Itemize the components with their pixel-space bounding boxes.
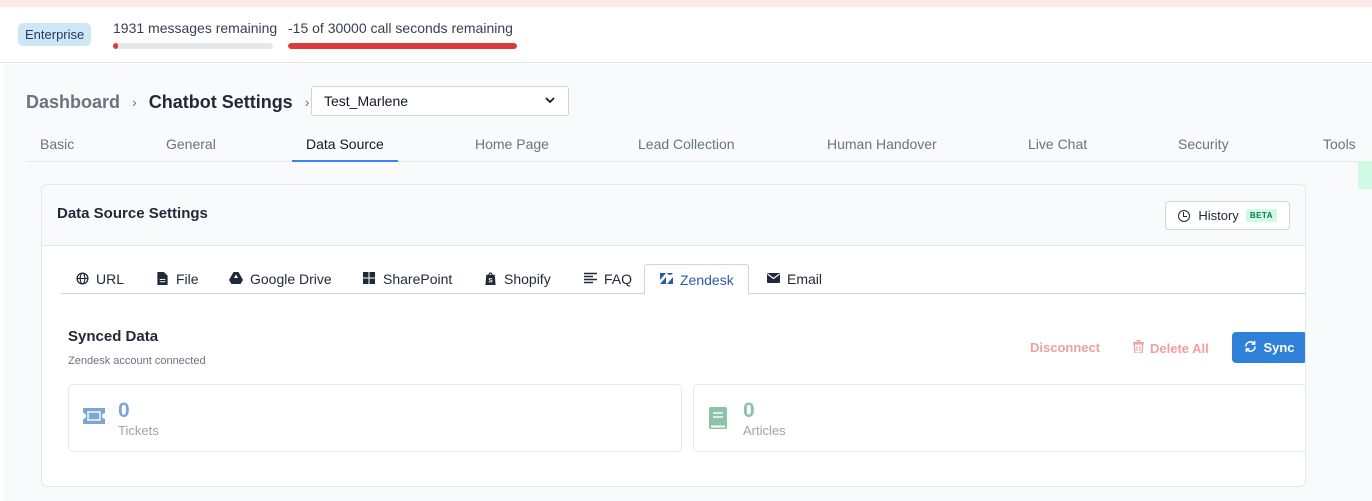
- sharepoint-icon: [362, 272, 376, 286]
- breadcrumb-separator-icon: ›: [304, 94, 310, 110]
- history-button[interactable]: History BETA: [1165, 201, 1290, 230]
- synced-data-subtitle: Zendesk account connected: [68, 355, 206, 367]
- call-seconds-meter-fill: [288, 43, 517, 49]
- main-content: Dashboard › Chatbot Settings › Test_Marl…: [4, 64, 1372, 501]
- source-tab-label: Zendesk: [680, 271, 734, 288]
- beta-badge: BETA: [1245, 209, 1277, 222]
- source-tab-email[interactable]: Email: [752, 264, 836, 294]
- chatbot-select-value: Test_Marlene: [324, 93, 409, 109]
- envelope-icon: [766, 272, 780, 286]
- tab-human-handover[interactable]: Human Handover: [813, 128, 951, 162]
- source-tab-zendesk[interactable]: Zendesk: [644, 264, 749, 295]
- book-icon: [708, 407, 728, 435]
- call-seconds-meter: [288, 43, 517, 49]
- plan-badge: Enterprise: [18, 23, 92, 46]
- tab-security[interactable]: Security: [1164, 128, 1243, 162]
- source-tab-label: FAQ: [604, 271, 633, 287]
- breadcrumb-dashboard[interactable]: Dashboard: [26, 92, 120, 113]
- chatbot-select[interactable]: Test_Marlene: [311, 86, 569, 116]
- card-header: Data Source Settings History BETA: [42, 185, 1305, 246]
- globe-icon: [75, 272, 89, 286]
- synced-data-title: Synced Data: [68, 328, 159, 345]
- delete-all-button[interactable]: Delete All: [1133, 340, 1209, 356]
- source-tab-label: Google Drive: [250, 271, 332, 287]
- source-tab-label: URL: [96, 271, 125, 287]
- source-tab-faq[interactable]: FAQ: [569, 264, 646, 294]
- source-tabs: URL File Google Drive SharePoint S Shopi…: [61, 264, 1305, 295]
- clock-icon: [1178, 209, 1191, 222]
- scrollbar-thumb[interactable]: [1358, 161, 1372, 189]
- tab-live-chat[interactable]: Live Chat: [1014, 128, 1101, 162]
- articles-stat-card: 0 Articles: [693, 384, 1305, 452]
- list-icon: [583, 272, 597, 286]
- file-icon: [155, 272, 169, 286]
- tab-home-page[interactable]: Home Page: [461, 128, 563, 162]
- shopify-icon: S: [483, 272, 497, 286]
- articles-count: 0: [743, 399, 755, 422]
- usage-bar: Enterprise 1931 messages remaining -15 o…: [0, 7, 1372, 63]
- source-tab-label: Email: [787, 271, 823, 287]
- tickets-stat-card: 0 Tickets: [68, 384, 682, 452]
- settings-tabs: Basic General Data Source Home Page Lead…: [26, 128, 1372, 162]
- tickets-label: Tickets: [118, 423, 159, 438]
- sync-button[interactable]: Sync: [1232, 332, 1305, 363]
- card-title: Data Source Settings: [57, 205, 208, 222]
- messages-usage: 1931 messages remaining: [113, 20, 278, 49]
- chevron-down-icon: [544, 87, 556, 125]
- source-tab-label: File: [176, 271, 199, 287]
- messages-remaining-label: 1931 messages remaining: [113, 20, 278, 36]
- zendesk-icon: [659, 272, 673, 287]
- data-source-card: Data Source Settings History BETA URL Fi…: [41, 184, 1306, 487]
- call-seconds-label: -15 of 30000 call seconds remaining: [288, 20, 513, 36]
- messages-meter: [113, 43, 273, 49]
- sync-label: Sync: [1263, 340, 1295, 355]
- tab-general[interactable]: General: [152, 128, 230, 162]
- google-drive-icon: [229, 272, 243, 286]
- trash-icon: [1133, 340, 1144, 356]
- delete-all-label: Delete All: [1150, 340, 1209, 356]
- top-strip: [0, 0, 1372, 7]
- source-tab-label: SharePoint: [383, 271, 453, 287]
- tickets-count: 0: [118, 399, 130, 422]
- tab-data-source[interactable]: Data Source: [292, 128, 398, 162]
- svg-text:S: S: [488, 278, 493, 285]
- articles-label: Articles: [743, 423, 786, 438]
- messages-meter-fill: [113, 43, 118, 49]
- sync-icon: [1244, 340, 1257, 356]
- ticket-icon: [83, 407, 105, 430]
- history-label: History: [1198, 208, 1239, 223]
- breadcrumb: Dashboard › Chatbot Settings ›: [26, 88, 321, 116]
- source-tab-label: Shopify: [504, 271, 551, 287]
- source-tab-sharepoint[interactable]: SharePoint: [348, 264, 466, 294]
- disconnect-button[interactable]: Disconnect: [1030, 340, 1100, 355]
- source-tab-google-drive[interactable]: Google Drive: [215, 264, 346, 294]
- source-tab-file[interactable]: File: [141, 264, 213, 294]
- breadcrumb-separator-icon: ›: [132, 94, 137, 110]
- tab-lead-collection[interactable]: Lead Collection: [624, 128, 749, 162]
- call-seconds-usage: -15 of 30000 call seconds remaining: [288, 20, 517, 49]
- breadcrumb-chatbot-settings: Chatbot Settings: [148, 91, 293, 112]
- tab-basic[interactable]: Basic: [26, 128, 88, 162]
- tab-tools[interactable]: Tools: [1309, 128, 1370, 162]
- source-tab-url[interactable]: URL: [61, 264, 138, 294]
- source-tab-shopify[interactable]: S Shopify: [469, 264, 565, 294]
